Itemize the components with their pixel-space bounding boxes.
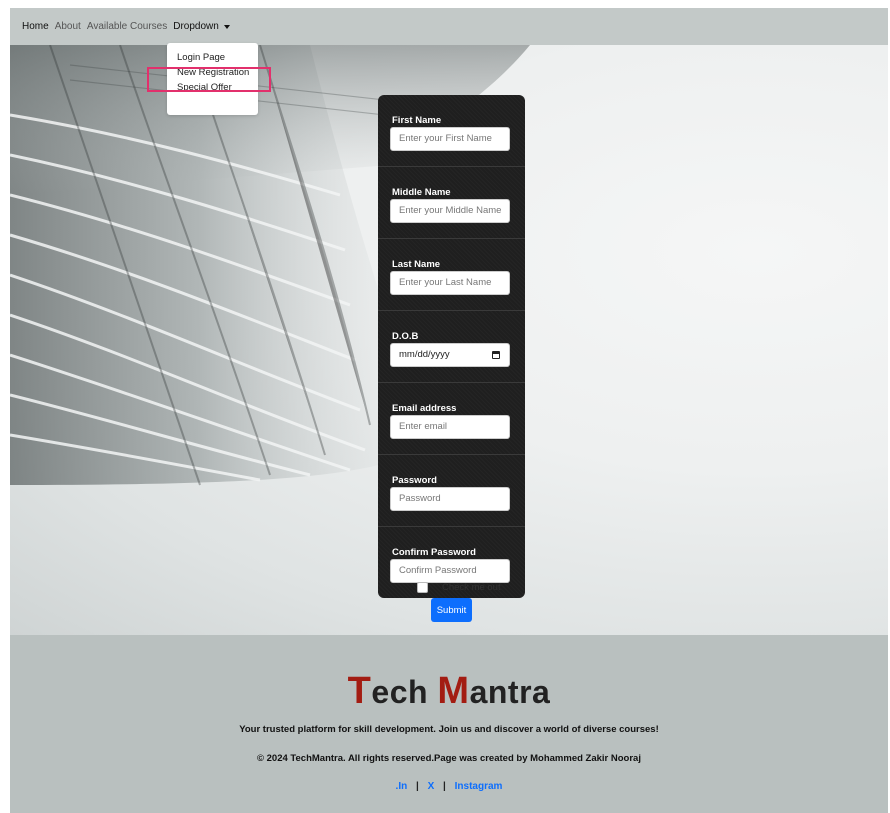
- password-label: Password: [392, 475, 437, 486]
- navbar: Home About Available Courses Dropdown: [10, 8, 888, 45]
- dropdown-item-new-registration[interactable]: New Registration: [167, 65, 258, 80]
- footer-link-instagram[interactable]: Instagram: [455, 781, 503, 792]
- middle-name-label: Middle Name: [392, 187, 451, 198]
- check-me-out-label: Check me out: [442, 582, 501, 593]
- dob-placeholder: mm/dd/yyyy: [399, 349, 450, 360]
- registration-form: First Name Enter your First Name Middle …: [378, 95, 525, 598]
- confirm-password-input[interactable]: Confirm Password: [390, 559, 510, 583]
- nav-dropdown-label: Dropdown: [173, 21, 219, 32]
- brand-logo: Tech Mantra: [10, 670, 888, 713]
- footer-copyright: © 2024 TechMantra. All rights reserved.P…: [257, 753, 641, 764]
- footer-link-x[interactable]: X: [428, 781, 435, 792]
- brand-initial-t: T: [347, 670, 372, 712]
- middle-name-input[interactable]: Enter your Middle Name: [390, 199, 510, 223]
- first-name-input[interactable]: Enter your First Name: [390, 127, 510, 151]
- check-me-out-checkbox[interactable]: [417, 582, 428, 593]
- submit-button[interactable]: Submit: [431, 598, 472, 622]
- password-input[interactable]: Password: [390, 487, 510, 511]
- dropdown-item-special-offer[interactable]: Special Offer: [167, 80, 258, 95]
- nav-available-courses[interactable]: Available Courses: [87, 21, 167, 32]
- footer-social-links: .In | X | Instagram: [10, 781, 888, 792]
- footer-separator: |: [443, 781, 446, 792]
- dob-label: D.O.B: [392, 331, 419, 342]
- nav-about[interactable]: About: [55, 21, 81, 32]
- email-input[interactable]: Enter email: [390, 415, 510, 439]
- dropdown-item-login-page[interactable]: Login Page: [167, 50, 258, 65]
- nav-home[interactable]: Home: [22, 21, 49, 32]
- brand-initial-m: M: [437, 670, 470, 712]
- brand-word-tech-rest: ech: [371, 674, 429, 710]
- footer-separator: |: [416, 781, 419, 792]
- email-label: Email address: [392, 403, 457, 414]
- dob-group: D.O.B mm/dd/yyyy: [378, 310, 525, 381]
- footer: Tech Mantra Your trusted platform for sk…: [10, 635, 888, 813]
- password-group: Password Password: [378, 454, 525, 525]
- caret-down-icon: [223, 24, 230, 29]
- dob-input[interactable]: mm/dd/yyyy: [390, 343, 510, 367]
- middle-name-group: Middle Name Enter your Middle Name: [378, 166, 525, 237]
- page: Home About Available Courses Dropdown Lo…: [0, 0, 890, 813]
- last-name-group: Last Name Enter your Last Name: [378, 238, 525, 309]
- footer-link-linkedin[interactable]: .In: [396, 781, 408, 792]
- last-name-label: Last Name: [392, 259, 441, 270]
- hero-section: First Name Enter your First Name Middle …: [10, 45, 888, 635]
- last-name-input[interactable]: Enter your Last Name: [390, 271, 510, 295]
- browser-viewport: Home About Available Courses Dropdown Lo…: [10, 8, 888, 813]
- calendar-icon[interactable]: [492, 351, 500, 359]
- nav-dropdown-toggle[interactable]: Dropdown: [173, 21, 230, 32]
- brand-word-mantra-rest: antra: [469, 674, 551, 710]
- footer-tagline: Your trusted platform for skill developm…: [239, 724, 659, 735]
- confirm-password-label: Confirm Password: [392, 547, 476, 558]
- first-name-label: First Name: [392, 115, 442, 126]
- check-me-out-row: Check me out: [417, 582, 501, 593]
- dropdown-menu: Login Page New Registration Special Offe…: [167, 43, 258, 115]
- first-name-group: First Name Enter your First Name: [378, 95, 525, 166]
- email-group: Email address Enter email: [378, 382, 525, 453]
